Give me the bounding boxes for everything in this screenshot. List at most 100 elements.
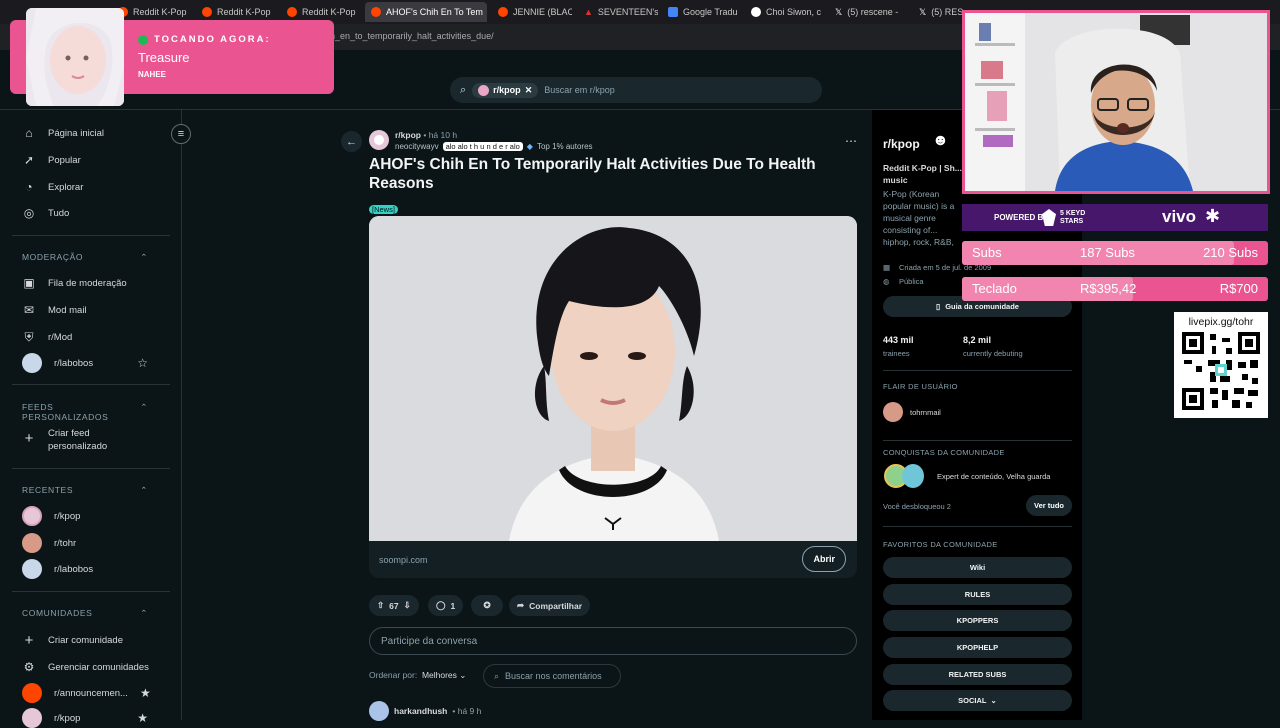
star-filled-icon[interactable]: ★ [140, 686, 151, 700]
commenter-username[interactable]: harkandhush [394, 706, 447, 716]
vivo-logo-icon: ✱ [1205, 206, 1221, 226]
qr-code-icon [1182, 332, 1260, 410]
chevron-up-icon: ⌃ [140, 252, 148, 262]
chevron-up-icon: ⌃ [140, 402, 148, 412]
star-filled-icon[interactable]: ★ [137, 711, 148, 725]
upvote-icon[interactable]: ⇧ [377, 600, 384, 611]
arrow-left-icon: ← [346, 135, 357, 148]
browser-tab[interactable]: Reddit K-Pop [112, 2, 194, 22]
feeds-section-header[interactable]: FEEDS PERSONALIZADOS ⌃ [22, 402, 148, 422]
more-options-icon[interactable]: ⋯ [845, 134, 857, 148]
sidebar-item-all[interactable]: ◎ Tudo [22, 206, 70, 220]
all-icon: ◎ [23, 206, 35, 220]
back-button[interactable]: ← [341, 131, 362, 152]
sidebar-item-explore[interactable]: ◔ Explorar [22, 180, 83, 194]
author-flair: alo alo t h u n d e r alo [442, 142, 523, 151]
comment-input[interactable]: Participe da conversa [369, 627, 857, 655]
commenter-avatar[interactable] [369, 701, 389, 721]
browser-tab-active[interactable]: AHOF's Chih En To Tem [365, 2, 487, 22]
sidebar-item-r-mod[interactable]: ⛨ r/Mod [22, 330, 72, 344]
community-name: Reddit K-Pop | Sh... music [883, 163, 962, 185]
user-flair-name[interactable]: tohrnmail [910, 408, 941, 417]
sidebar-item-mod-queue[interactable]: ▣ Fila de moderação [22, 276, 126, 290]
post-subreddit-link[interactable]: r/kpop [395, 130, 421, 140]
browser-tab[interactable]: Choi Siwon, c [745, 2, 825, 22]
community-title: r/kpop [883, 137, 920, 151]
browser-tab[interactable]: 𝕏 (5) rescene - [829, 2, 911, 22]
snoo-icon: ☻ [932, 132, 949, 149]
user-flair-avatar [883, 402, 903, 422]
post-flair[interactable]: [News] [369, 205, 398, 214]
comment-placeholder: Participe da conversa [381, 635, 478, 647]
favorite-link-wiki[interactable]: Wiki [883, 557, 1072, 578]
search-icon: ⌕ [460, 83, 467, 96]
award-button[interactable]: ✪ [471, 595, 503, 616]
post-author-link[interactable]: neocitywayv [395, 142, 439, 151]
favorite-link-related-subs[interactable]: RELATED SUBS [883, 664, 1072, 685]
browser-tab[interactable]: Reddit K-Pop [196, 2, 278, 22]
calendar-icon: ▦ [883, 263, 891, 272]
browser-tab[interactable]: Google Tradu [662, 2, 742, 22]
kpop-subreddit-avatar[interactable] [369, 130, 389, 150]
clear-scope-icon[interactable]: ✕ [525, 85, 533, 96]
kpop-logo-icon [369, 130, 389, 150]
page-favicon-icon [751, 7, 761, 17]
sidebar-item-popular[interactable]: ➚ Popular [22, 153, 81, 167]
communities-section-header[interactable]: COMUNIDADES ⌃ [22, 608, 148, 619]
share-button[interactable]: ➦ Compartilhar [509, 595, 591, 616]
search-scope-chip[interactable]: r/kpop ✕ [472, 82, 539, 98]
favorite-link-kpoppers[interactable]: KPOPPERS [883, 610, 1072, 631]
favorite-link-kpophelp[interactable]: KPOPHELP [883, 637, 1072, 658]
moderation-section-header[interactable]: MODERAÇÃO ⌃ [22, 252, 148, 263]
star-icon[interactable]: ☆ [137, 356, 148, 370]
sidebar-item-create-community[interactable]: + Criar comunidade [22, 632, 123, 649]
chevron-up-icon: ⌃ [140, 608, 148, 618]
sort-dropdown[interactable]: Melhores ⌄ [422, 670, 466, 680]
recent-item-tohr[interactable]: r/tohr [22, 533, 76, 553]
sponsor-banner: POWERED BY 5 KEYD STARS vivo ✱ [962, 204, 1268, 231]
sidebar-item-home[interactable]: ⌂ Página inicial [22, 126, 104, 140]
post-image[interactable] [369, 216, 857, 541]
comment-search-input[interactable]: ⌕ Buscar nos comentários [483, 664, 621, 688]
album-art [26, 8, 124, 106]
favorite-link-social[interactable]: SOCIAL ⌄ [883, 690, 1072, 711]
achievements-list: Expert de conteúdo, Velha guarda [937, 472, 1051, 481]
comment-header: harkandhush • há 9 h [369, 701, 481, 721]
recent-section-header[interactable]: RECENTES ⌃ [22, 485, 148, 496]
now-playing-overlay: TOCANDO AGORA: Treasure NAHEE [10, 8, 334, 106]
downvote-icon[interactable]: ⇩ [404, 600, 411, 611]
comments-button[interactable]: ◯ 1 [428, 595, 464, 616]
sidebar-item-create-feed[interactable]: + Criar feed personalizado [22, 427, 118, 453]
keyd-logo-icon [1042, 209, 1056, 226]
browser-tab[interactable]: JENNIE (BLAC [492, 2, 572, 22]
kpop-avatar [22, 506, 42, 526]
recent-item-labobos[interactable]: r/labobos [22, 559, 93, 579]
see-all-button[interactable]: Ver tudo [1026, 495, 1072, 516]
chevron-up-icon: ⌃ [140, 485, 148, 495]
sidebar-item-labobos[interactable]: r/labobos ☆ [22, 353, 148, 373]
browser-tab[interactable]: Reddit K-Pop [281, 2, 363, 22]
kpop-avatar [22, 708, 42, 728]
triangle-favicon-icon: ▲ [584, 7, 593, 17]
link-preview-bar: soompi.com Abrir [369, 541, 857, 578]
browser-tab[interactable]: ▲ SEVENTEEN's [578, 2, 658, 22]
sidebar-item-manage-communities[interactable]: ⚙ Gerenciar comunidades [22, 660, 149, 674]
keyboard-goal-bar: Teclado R$395,42 R$700 [962, 277, 1268, 301]
search-input[interactable]: ⌕ r/kpop ✕ Buscar em r/kpop [450, 77, 822, 103]
members-count: 443 mil [883, 335, 914, 345]
livepix-qr-panel: livepix.gg/tohr [1174, 312, 1268, 418]
sidebar-toggle-button[interactable]: ≡ [171, 124, 191, 144]
post-title: AHOF's Chih En To Temporarily Halt Activ… [369, 156, 816, 192]
sidebar-item-announcements[interactable]: r/announcemen... ★ [22, 683, 151, 703]
recent-item-kpop[interactable]: r/kpop [22, 506, 80, 526]
kpop-subreddit-icon [478, 84, 490, 96]
chevron-down-icon: ⌄ [990, 696, 997, 705]
comment-icon: ◯ [436, 600, 446, 610]
sidebar-item-kpop[interactable]: r/kpop ★ [22, 708, 148, 728]
link-domain[interactable]: soompi.com [379, 555, 428, 565]
open-link-button[interactable]: Abrir [802, 546, 846, 572]
url-text: n_en_to_temporarily_halt_activities_due/ [330, 31, 494, 41]
favorite-link-rules[interactable]: RULES [883, 584, 1072, 605]
labobos-avatar [22, 353, 42, 373]
sidebar-item-mod-mail[interactable]: ✉ Mod mail [22, 303, 87, 317]
